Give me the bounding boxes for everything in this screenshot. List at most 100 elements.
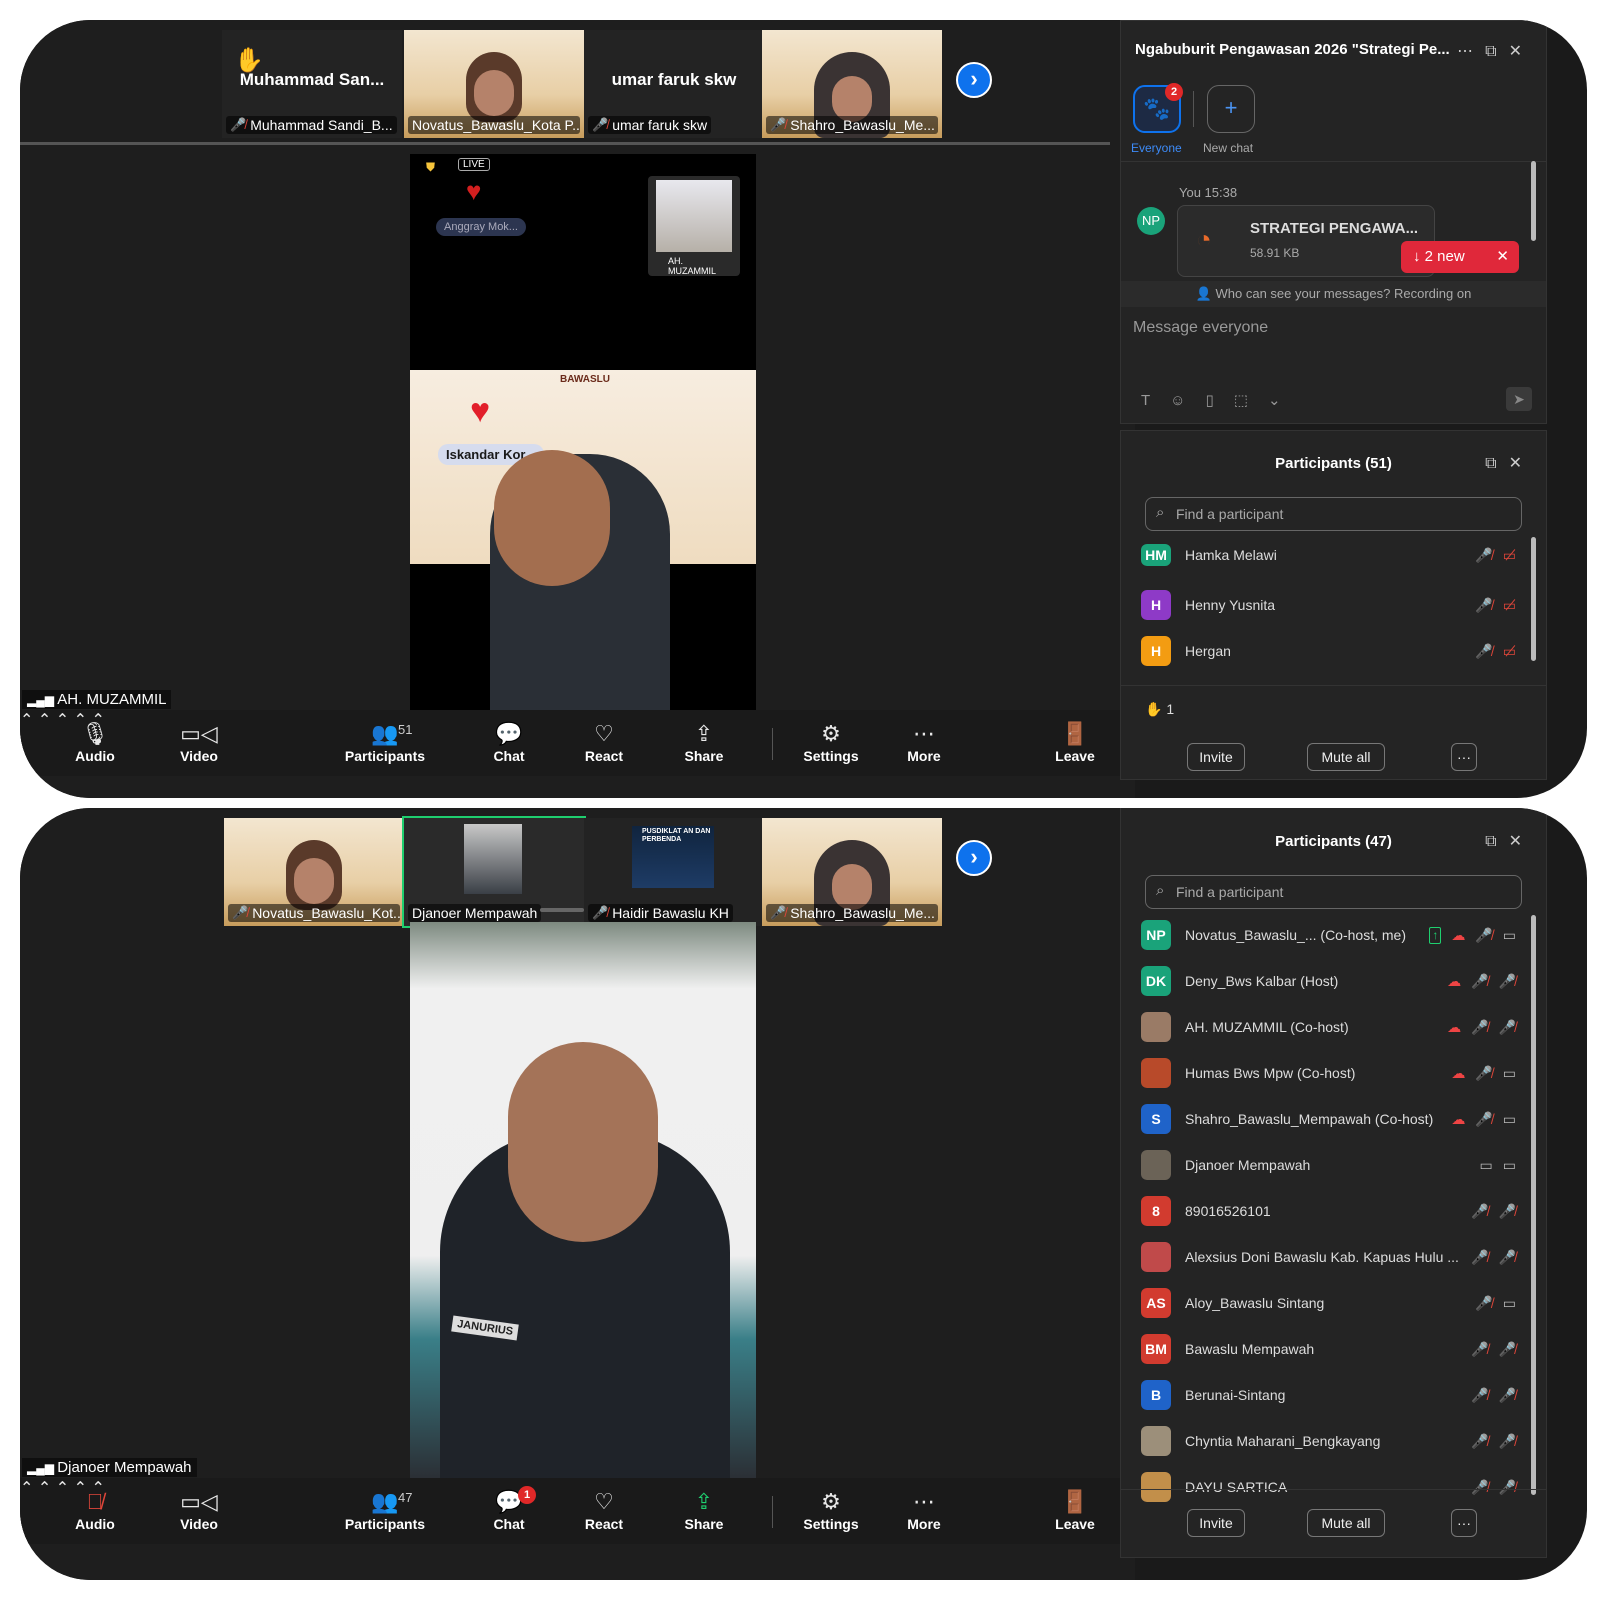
strip-divider[interactable] [20, 142, 1110, 145]
chevron-down-icon[interactable]: ⌄ [1268, 392, 1301, 409]
next-page-arrow-icon[interactable]: › [956, 62, 992, 98]
gear-icon: ⚙ [821, 721, 841, 746]
react-button[interactable]: ♡ React [561, 1488, 647, 1532]
gallery-tile[interactable]: ✋ Muhammad San... 🎤̸ Muhammad Sandi_B... [222, 30, 402, 138]
participant-row[interactable]: Djanoer Mempawah ▭ ▭ [1141, 1145, 1516, 1185]
participant-search-input[interactable]: ⌕ Find a participant [1145, 497, 1522, 531]
popout-icon[interactable]: ⧉ [1485, 833, 1508, 850]
video-button[interactable]: ▭◁ Video [156, 1488, 242, 1532]
share-button[interactable]: ⇪ Share [661, 1488, 747, 1532]
participants-scrollbar[interactable] [1531, 537, 1536, 661]
next-page-arrow-icon[interactable]: › [956, 840, 992, 876]
file-message-card[interactable]: ◔ STRATEGI PENGAWA... 58.91 KB [1177, 205, 1435, 277]
participant-row[interactable]: H Hergan 🎤̸ ▭̸ [1141, 631, 1516, 671]
mic-muted-icon: 🎤̸ [1471, 1202, 1489, 1219]
participant-row[interactable]: Chyntia Maharani_Bengkayang 🎤̸ 🎤̸ [1141, 1421, 1516, 1461]
audio-options-caret-icon[interactable]: ⌃ [20, 1480, 33, 1497]
participant-row[interactable]: BM Bawaslu Mempawah 🎤̸ 🎤̸ [1141, 1329, 1516, 1369]
strip-resize-handle[interactable] [540, 908, 584, 912]
screenshot-icon[interactable]: ⬚ [1234, 392, 1268, 409]
leave-button[interactable]: 🚪 Leave [1032, 720, 1118, 764]
cloud-recording-icon: ☁ [1451, 926, 1466, 943]
participant-row[interactable]: Humas Bws Mpw (Co-host) ☁ 🎤̸ ▭ [1141, 1053, 1516, 1093]
popout-icon[interactable]: ⧉ [1485, 455, 1508, 472]
participant-name: 89016526101 [1185, 1203, 1271, 1219]
more-dots-icon[interactable]: ⋯ [1457, 43, 1485, 60]
mute-all-button[interactable]: Mute all [1307, 743, 1385, 771]
participant-row[interactable]: DK Deny_Bws Kalbar (Host) ☁ 🎤̸ 🎤̸ [1141, 961, 1516, 1001]
video-options-caret-icon[interactable]: ⌃ [38, 712, 51, 729]
settings-button[interactable]: ⚙ Settings [788, 720, 874, 764]
unread-badge: 2 [1165, 83, 1183, 101]
tile-name: umar faruk skw [612, 117, 708, 133]
participants-button[interactable]: 👥 47 Participants [342, 1488, 428, 1532]
participant-row[interactable]: Alexsius Doni Bawaslu Kab. Kapuas Hulu .… [1141, 1237, 1516, 1277]
participant-row[interactable]: H Henny Yusnita 🎤̸ ▭̸ [1141, 585, 1516, 625]
more-button[interactable]: ⋯ More [881, 1488, 967, 1532]
more-options-button[interactable]: ··· [1451, 1509, 1477, 1537]
gallery-tile[interactable]: 🎤̸ Novatus_Bawaslu_Kot... [224, 818, 404, 926]
invite-button[interactable]: Invite [1187, 743, 1245, 771]
settings-button[interactable]: ⚙ Settings [788, 1488, 874, 1532]
share-button[interactable]: ⇪ Share [661, 720, 747, 764]
more-options-button[interactable]: ··· [1451, 743, 1477, 771]
avatar: H [1141, 636, 1171, 666]
audio-button[interactable]: 🎙̸ Audio [52, 1488, 138, 1532]
participant-row[interactable]: HM Hamka Melawi 🎤̸ ▭̸ [1141, 543, 1516, 567]
live-badge: LIVE [458, 158, 490, 171]
text-format-icon[interactable]: T [1141, 392, 1170, 409]
participant-status: ☁ 🎤̸ 🎤̸ [1447, 1019, 1516, 1036]
gallery-tile[interactable]: PUSDIKLAT AN DAN PERBENDA 🎤̸ Haidir Bawas… [584, 818, 764, 926]
close-icon[interactable]: ✕ [1509, 43, 1534, 60]
participant-row[interactable]: B Berunai-Sintang 🎤̸ 🎤̸ [1141, 1375, 1516, 1415]
more-button[interactable]: ⋯ More [881, 720, 967, 764]
gallery-tile[interactable]: umar faruk skw 🎤̸ umar faruk skw [584, 30, 764, 138]
comment-bubble: Anggray Mok... [436, 218, 526, 236]
mic-muted-icon: 🎤̸ [1498, 1018, 1516, 1035]
mute-all-button[interactable]: Mute all [1307, 1509, 1385, 1537]
participant-row[interactable]: DAYU SARTICA 🎤̸ 🎤̸ [1141, 1467, 1516, 1507]
message-input[interactable]: Message everyone [1133, 319, 1268, 337]
video-button[interactable]: ▭◁ Video [156, 720, 242, 764]
gallery-tile[interactable]: 🎤̸ Shahro_Bawaslu_Me... [762, 30, 942, 138]
file-icon[interactable]: ▯ [1206, 392, 1234, 409]
video-options-caret-icon[interactable]: ⌃ [38, 1480, 51, 1497]
video-camera-icon: ▭ [1502, 1156, 1516, 1173]
react-button[interactable]: ♡ React [561, 720, 647, 764]
audio-button[interactable]: 🎙 Audio [52, 720, 138, 764]
new-messages-pill[interactable]: ↓ 2 new ✕ [1401, 241, 1519, 273]
participant-row[interactable]: AH. MUZAMMIL (Co-host) ☁ 🎤̸ 🎤̸ [1141, 1007, 1516, 1047]
participant-row[interactable]: NP Novatus_Bawaslu_... (Co-host, me) ↑ ☁ 🎤̸ ▭ [1141, 915, 1516, 955]
raised-hands-summary[interactable]: ✋ 1 [1145, 701, 1174, 718]
send-icon[interactable]: ➤ [1506, 387, 1532, 411]
tab-everyone[interactable]: 🐾 2 [1133, 83, 1183, 133]
participants-scrollbar[interactable] [1531, 915, 1536, 1495]
audio-options-caret-icon[interactable]: ⌃ [20, 712, 33, 729]
participant-search-input[interactable]: ⌕ Find a participant [1145, 875, 1522, 909]
tile-name-label: 🎤̸ Shahro_Bawaslu_Me... [766, 904, 938, 922]
participants-button[interactable]: 👥 51 Participants [342, 720, 428, 764]
gallery-tile[interactable]: Novatus_Bawaslu_Kota P... [404, 30, 584, 138]
chat-scrollbar[interactable] [1531, 161, 1536, 241]
chat-button[interactable]: 💬 Chat [466, 720, 552, 764]
close-icon[interactable]: ✕ [1496, 241, 1509, 273]
gallery-tile[interactable]: 🎤̸ Shahro_Bawaslu_Me... [762, 818, 942, 926]
tile-name: Haidir Bawaslu KH [612, 905, 729, 921]
participant-status: 🎤̸ 🎤̸ [1471, 1479, 1516, 1496]
emoji-icon[interactable]: ☺ [1170, 392, 1205, 409]
participant-row[interactable]: S Shahro_Bawaslu_Mempawah (Co-host) ☁ 🎤̸ ▭ [1141, 1099, 1516, 1139]
video-stage: 🎤̸ Novatus_Bawaslu_Kot... Djanoer Mempawa… [20, 808, 1135, 1580]
leave-button[interactable]: 🚪 Leave [1032, 1488, 1118, 1532]
popout-icon[interactable]: ⧉ [1485, 43, 1508, 60]
tab-new-chat[interactable]: + [1207, 85, 1255, 133]
participant-row[interactable]: 8 89016526101 🎤̸ 🎤̸ [1141, 1191, 1516, 1231]
close-icon[interactable]: ✕ [1509, 833, 1534, 850]
video-camera-icon: ▭ [1502, 1294, 1516, 1311]
cloud-recording-icon: ☁ [1451, 1110, 1466, 1127]
participant-row[interactable]: AS Aloy_Bawaslu Sintang 🎤̸ ▭ [1141, 1283, 1516, 1323]
file-size: 58.91 KB [1250, 246, 1300, 260]
chat-button[interactable]: 💬 1 Chat [466, 1486, 552, 1532]
recording-notice[interactable]: 👤 Who can see your messages? Recording o… [1121, 281, 1546, 307]
close-icon[interactable]: ✕ [1509, 455, 1534, 472]
invite-button[interactable]: Invite [1187, 1509, 1245, 1537]
